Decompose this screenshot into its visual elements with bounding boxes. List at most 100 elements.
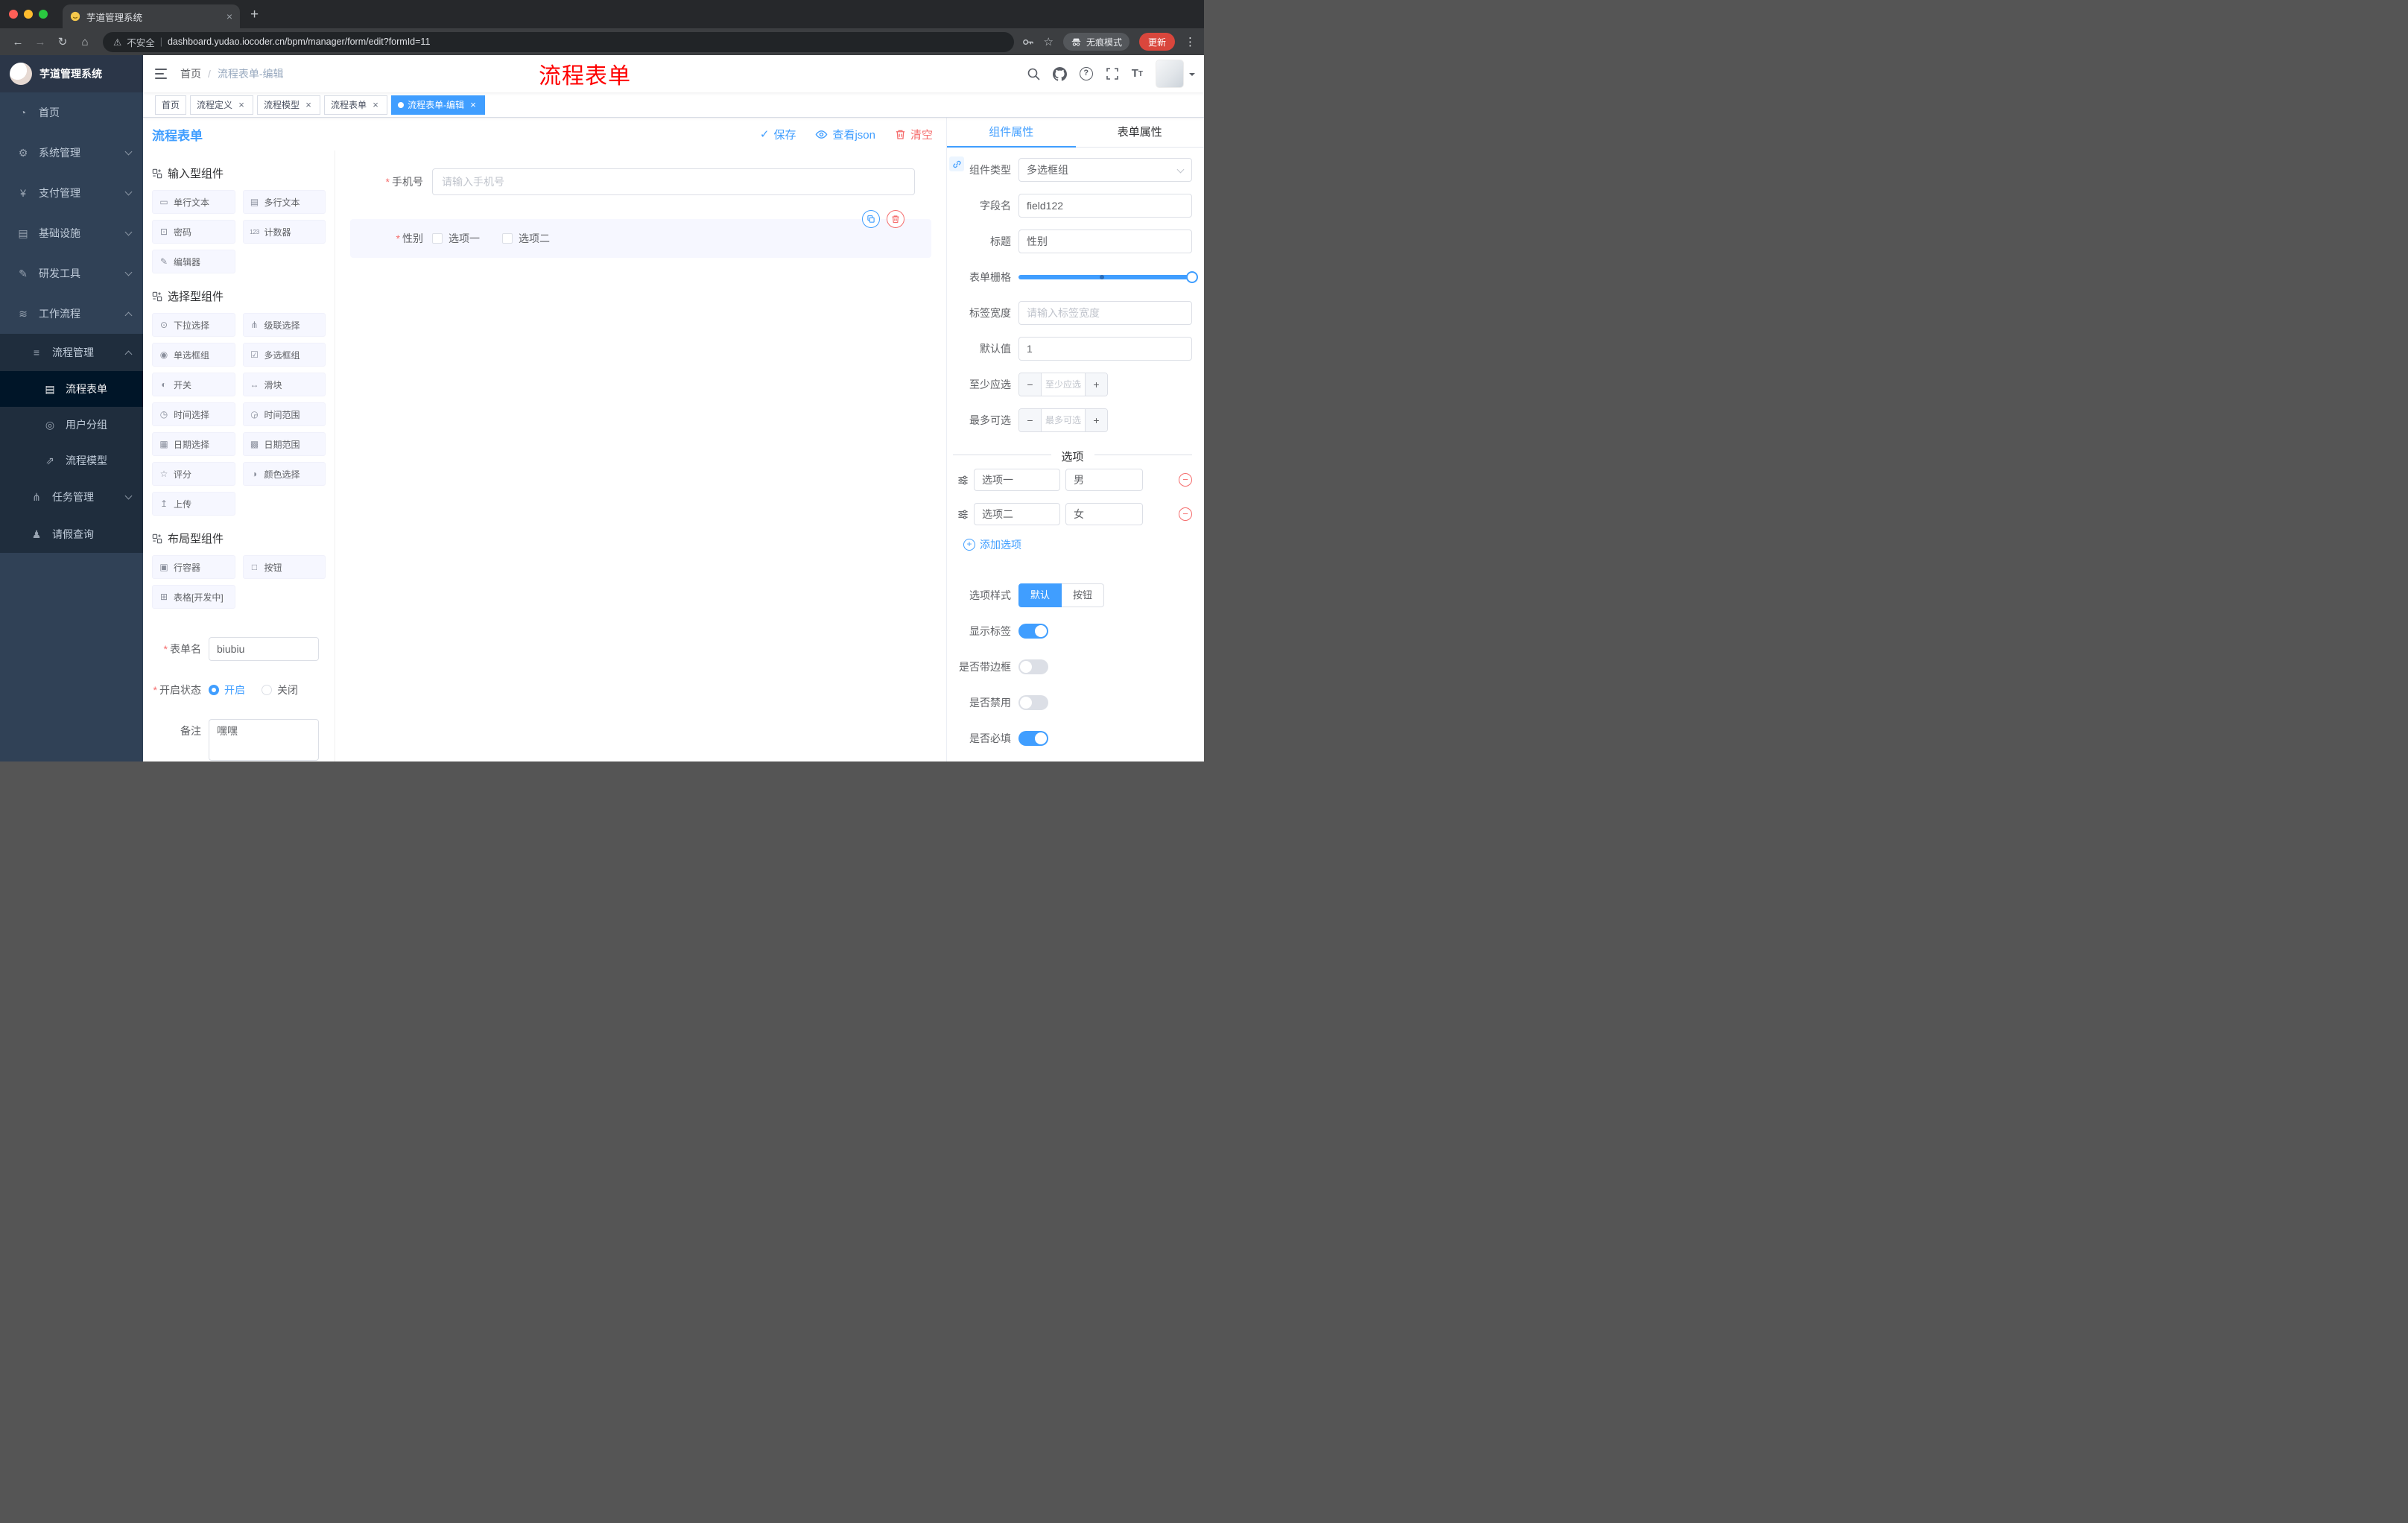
browser-tab[interactable]: 芋道管理系统 × [63, 4, 240, 28]
checkbox-option-2[interactable]: 选项二 [502, 231, 550, 246]
font-size-icon[interactable]: T T [1132, 68, 1143, 79]
border-toggle[interactable] [1018, 659, 1048, 674]
window-zoom-button[interactable] [39, 10, 48, 19]
add-option-button[interactable]: + 添加选项 [963, 537, 1192, 552]
view-json-button[interactable]: 查看json [815, 127, 875, 142]
sidebar-item-user-group[interactable]: ◎ 用户分组 [0, 407, 143, 443]
drag-handle-icon[interactable] [957, 475, 969, 486]
radio-open[interactable]: 开启 [209, 678, 245, 702]
sidebar-item-system[interactable]: ⚙ 系统管理 [0, 133, 143, 173]
sidebar-item-payment[interactable]: ¥ 支付管理 [0, 173, 143, 213]
tag-process-form-edit[interactable]: 流程表单-编辑 × [391, 95, 486, 115]
palette-item-editor[interactable]: ✎ 编辑器 [152, 250, 235, 273]
key-icon[interactable] [1021, 36, 1034, 48]
palette-item-date-picker[interactable]: ▦ 日期选择 [152, 432, 235, 456]
browser-menu-icon[interactable]: ⋮ [1185, 35, 1196, 48]
window-close-button[interactable] [9, 10, 18, 19]
palette-item-checkbox-group[interactable]: ☑ 多选框组 [242, 343, 326, 367]
field-name-input[interactable] [1018, 194, 1192, 218]
home-icon[interactable]: ⌂ [75, 36, 95, 48]
palette-item-multi-text[interactable]: ▤ 多行文本 [242, 190, 326, 214]
grid-slider[interactable] [1018, 265, 1198, 289]
palette-item-radio-group[interactable]: ◉ 单选框组 [152, 343, 235, 367]
palette-item-time-picker[interactable]: ◷ 时间选择 [152, 402, 235, 426]
palette-item-color-picker[interactable]: ◑ 颜色选择 [242, 462, 326, 486]
palette-item-select[interactable]: ⊙ 下拉选择 [152, 313, 235, 337]
window-minimize-button[interactable] [24, 10, 33, 19]
hamburger-icon[interactable] [155, 68, 168, 80]
sidebar-item-home[interactable]: ◔ 首页 [0, 92, 143, 133]
chrome-update-button[interactable]: 更新 [1138, 33, 1175, 51]
clear-button[interactable]: 清空 [895, 127, 933, 142]
sidebar-item-devtools[interactable]: ✎ 研发工具 [0, 253, 143, 294]
show-label-toggle[interactable] [1018, 624, 1048, 639]
search-icon[interactable] [1027, 67, 1040, 80]
option-label-input[interactable] [974, 503, 1060, 525]
palette-item-switch[interactable]: ◐ 开关 [152, 373, 235, 396]
fullscreen-icon[interactable] [1106, 67, 1119, 80]
tag-close-icon[interactable]: × [468, 100, 478, 110]
palette-item-time-range[interactable]: ◶ 时间范围 [242, 402, 326, 426]
user-menu[interactable] [1156, 60, 1195, 88]
option-value-input[interactable] [1065, 503, 1143, 525]
default-value-input[interactable] [1018, 337, 1192, 361]
tab-form-props[interactable]: 表单属性 [1076, 118, 1205, 147]
phone-input[interactable] [432, 168, 915, 195]
address-bar[interactable]: ⚠ 不安全 | dashboard.yudao.iocoder.cn/bpm/m… [103, 31, 1014, 52]
style-button-button[interactable]: 按钮 [1062, 583, 1105, 607]
palette-item-rate[interactable]: ☆ 评分 [152, 462, 235, 486]
back-icon[interactable]: ← [7, 36, 28, 48]
component-type-select[interactable]: 多选框组 [1018, 158, 1192, 182]
tag-process-definition[interactable]: 流程定义 × [190, 95, 254, 115]
radio-closed[interactable]: 关闭 [262, 678, 298, 702]
reload-icon[interactable]: ↻ [52, 35, 73, 48]
sidebar-item-infrastructure[interactable]: ▤ 基础设施 [0, 213, 143, 253]
increase-button[interactable]: + [1085, 409, 1107, 431]
sidebar-item-process-model[interactable]: ⇗ 流程模型 [0, 443, 143, 478]
remark-textarea[interactable]: 嘿嘿 [209, 719, 319, 761]
palette-item-upload[interactable]: ↥ 上传 [152, 492, 235, 516]
palette-item-date-range[interactable]: ▩ 日期范围 [242, 432, 326, 456]
option-value-input[interactable] [1065, 469, 1143, 491]
tab-close-icon[interactable]: × [226, 10, 232, 22]
tab-component-props[interactable]: 组件属性 [947, 118, 1076, 148]
decrease-button[interactable]: − [1019, 409, 1042, 431]
delete-field-button[interactable] [887, 210, 904, 228]
form-name-input[interactable] [209, 637, 319, 661]
checkbox-option-1[interactable]: 选项一 [432, 231, 480, 246]
palette-item-counter[interactable]: 123 计数器 [242, 220, 326, 244]
decrease-button[interactable]: − [1019, 373, 1042, 396]
disabled-toggle[interactable] [1018, 695, 1048, 710]
help-icon[interactable]: ? [1079, 67, 1093, 80]
forward-icon[interactable]: → [30, 36, 51, 48]
sidebar-logo[interactable]: 芋道管理系统 [0, 55, 143, 92]
style-default-button[interactable]: 默认 [1018, 583, 1062, 607]
title-input[interactable] [1018, 229, 1192, 253]
increase-button[interactable]: + [1085, 373, 1107, 396]
palette-item-button[interactable]: □ 按钮 [242, 555, 326, 579]
min-select-input[interactable] [1042, 373, 1085, 396]
form-canvas[interactable]: * 手机号 请输入手机号 * 性别 选项一 选项二 [335, 151, 946, 762]
save-button[interactable]: ✓ 保存 [760, 127, 796, 142]
bookmark-star-icon[interactable]: ☆ [1044, 35, 1054, 48]
sidebar-item-process-form[interactable]: ▤ 流程表单 [0, 371, 143, 407]
sidebar-item-workflow[interactable]: ≋ 工作流程 [0, 294, 143, 334]
palette-item-row-container[interactable]: ▣ 行容器 [152, 555, 235, 579]
max-select-input[interactable] [1042, 409, 1085, 431]
palette-item-password[interactable]: ⊡ 密码 [152, 220, 235, 244]
tag-process-model[interactable]: 流程模型 × [257, 95, 321, 115]
tag-close-icon[interactable]: × [236, 100, 247, 110]
palette-item-cascader[interactable]: ⋔ 级联选择 [242, 313, 326, 337]
tag-close-icon[interactable]: × [370, 100, 381, 110]
palette-item-single-text[interactable]: ▭ 单行文本 [152, 190, 235, 214]
drag-handle-icon[interactable] [957, 509, 969, 520]
label-width-input[interactable] [1018, 301, 1192, 325]
breadcrumb-home[interactable]: 首页 [180, 66, 201, 81]
copy-field-button[interactable] [862, 210, 880, 228]
sidebar-item-process-management[interactable]: ≡ 流程管理 [0, 334, 143, 371]
palette-item-slider[interactable]: ↔ 滑块 [242, 373, 326, 396]
remove-option-button[interactable]: − [1179, 473, 1192, 487]
palette-item-table[interactable]: ⊞ 表格[开发中] [152, 585, 235, 609]
canvas-field-gender-selected[interactable]: * 性别 选项一 选项二 [350, 210, 931, 258]
option-label-input[interactable] [974, 469, 1060, 491]
